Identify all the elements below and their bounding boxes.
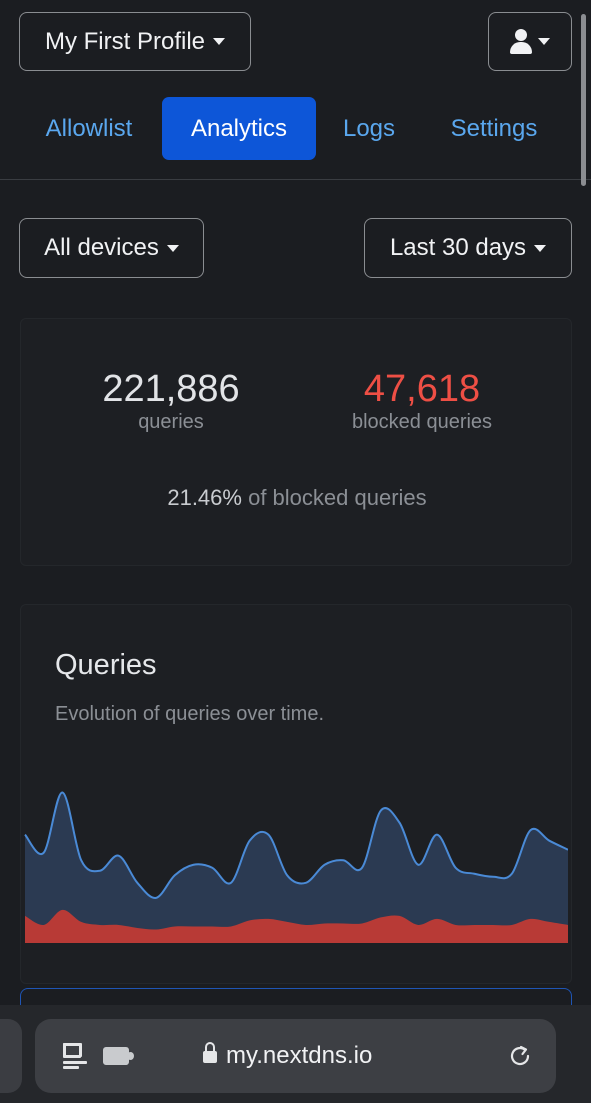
caret-down-icon (166, 244, 179, 252)
blocked-label: blocked queries (351, 411, 493, 433)
profile-tabs: Allowlist Analytics Logs Settings (0, 97, 591, 160)
queries-title: Queries (55, 649, 157, 681)
page-scrollbar[interactable] (581, 14, 586, 186)
queries-count: 221,886 (102, 368, 240, 410)
extension-icon[interactable] (103, 1047, 134, 1065)
tab-analytics[interactable]: Analytics (162, 97, 316, 160)
date-range-dropdown[interactable]: Last 30 days (364, 218, 572, 278)
previous-tab-pill[interactable] (0, 1019, 22, 1093)
queries-label: queries (138, 411, 204, 433)
queries-subtitle: Evolution of queries over time. (55, 703, 325, 725)
queries-card: Queries Evolution of queries over time. (20, 604, 572, 984)
stats-card: 221,886 queries 47,618 blocked queries 2… (20, 318, 572, 566)
user-icon (510, 28, 532, 55)
blocked-ratio-value: 21.46% (167, 485, 242, 510)
blocked-stat: 47,618 blocked queries (321, 367, 523, 434)
date-range-label: Last 30 days (389, 234, 527, 261)
devices-dropdown[interactable]: All devices (19, 218, 204, 278)
caret-down-icon (534, 244, 547, 252)
lock-icon (203, 1042, 217, 1064)
top-bar: My First Profile Allowlist Analytics Log… (0, 0, 591, 180)
tab-allowlist[interactable]: Allowlist (24, 97, 154, 160)
total-queries-area (25, 792, 568, 943)
profile-label: My First Profile (44, 27, 205, 55)
devices-label: All devices (44, 234, 159, 261)
queries-chart (24, 791, 568, 943)
queries-stat: 221,886 queries (81, 367, 261, 434)
account-dropdown[interactable] (488, 12, 572, 71)
reader-icon[interactable] (63, 1043, 87, 1069)
blocked-ratio: 21.46% of blocked queries (21, 485, 573, 511)
profile-dropdown[interactable]: My First Profile (19, 12, 251, 71)
reload-icon[interactable] (507, 1043, 533, 1069)
blocked-count: 47,618 (363, 368, 481, 410)
tab-logs[interactable]: Logs (325, 97, 413, 160)
caret-down-icon (213, 38, 225, 45)
tab-settings[interactable]: Settings (430, 97, 558, 160)
browser-bottom-bar: my.nextdns.io (0, 1005, 591, 1103)
address-text[interactable]: my.nextdns.io (226, 1019, 372, 1093)
caret-down-icon (538, 38, 550, 45)
blocked-ratio-label: of blocked queries (248, 485, 427, 510)
address-bar[interactable]: my.nextdns.io (35, 1019, 556, 1093)
